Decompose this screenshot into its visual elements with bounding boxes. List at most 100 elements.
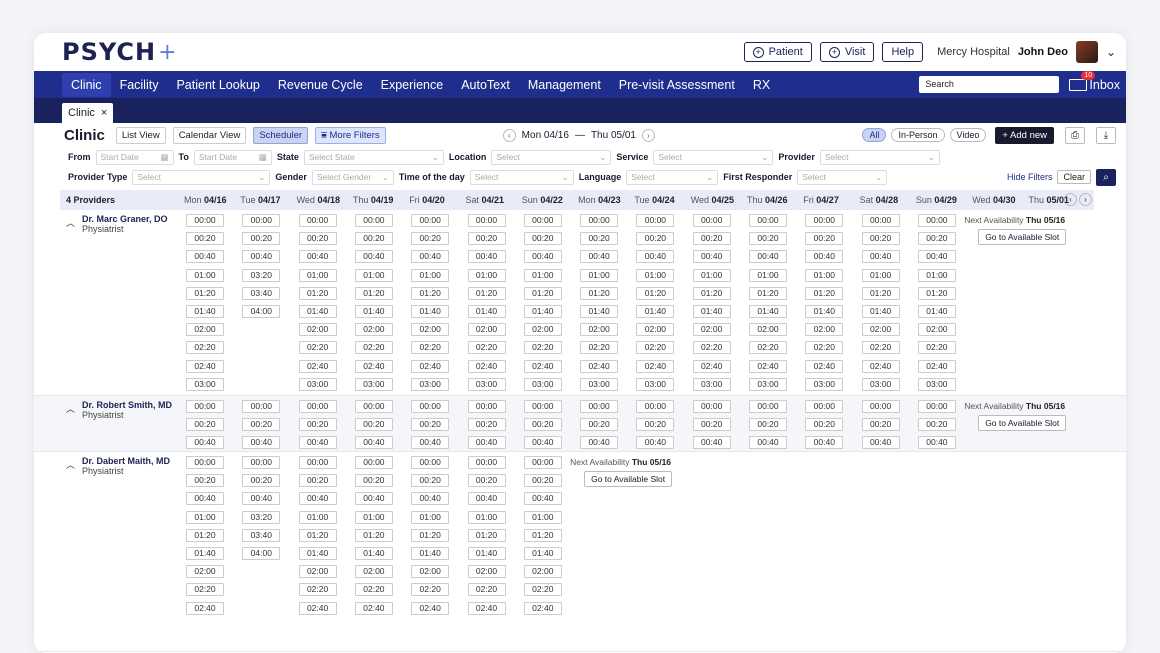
- time-slot[interactable]: 02:40: [861, 359, 900, 373]
- nav-experience[interactable]: Experience: [372, 73, 453, 97]
- time-slot[interactable]: 00:40: [580, 436, 619, 450]
- time-slot[interactable]: 00:40: [467, 492, 506, 506]
- time-of-day-select[interactable]: Select ⌄: [469, 169, 574, 185]
- time-slot[interactable]: 01:40: [298, 547, 337, 560]
- time-slot[interactable]: 00:20: [354, 232, 393, 246]
- time-slot[interactable]: 01:20: [354, 286, 393, 300]
- download-icon[interactable]: ⤓: [1096, 126, 1116, 144]
- time-slot[interactable]: 00:20: [298, 418, 337, 432]
- go-to-available-slot-button[interactable]: Go to Available Slot: [978, 229, 1067, 245]
- time-slot[interactable]: 01:00: [636, 268, 675, 282]
- nav-pre-visit-assessment[interactable]: Pre-visit Assessment: [610, 73, 744, 97]
- time-slot[interactable]: 01:00: [692, 268, 731, 282]
- time-slot[interactable]: 01:40: [354, 305, 393, 318]
- time-slot[interactable]: 02:00: [523, 565, 562, 579]
- time-slot[interactable]: 00:00: [467, 456, 506, 469]
- time-slot[interactable]: 02:00: [354, 565, 393, 579]
- time-slot[interactable]: 02:40: [523, 359, 562, 373]
- time-slot[interactable]: 00:00: [636, 400, 675, 413]
- time-slot[interactable]: 00:20: [411, 232, 450, 246]
- time-slot[interactable]: 02:40: [692, 359, 731, 373]
- time-slot[interactable]: 02:00: [298, 323, 337, 337]
- close-icon[interactable]: ×: [101, 107, 107, 119]
- from-date-field[interactable]: Start Date ▦: [95, 149, 174, 165]
- time-slot[interactable]: 00:20: [861, 232, 900, 246]
- time-slot[interactable]: 01:00: [917, 268, 956, 282]
- time-slot[interactable]: 02:00: [411, 323, 450, 337]
- time-slot[interactable]: 01:20: [636, 286, 675, 300]
- time-slot[interactable]: 00:40: [861, 436, 900, 450]
- language-select[interactable]: Select ⌄: [626, 169, 719, 185]
- state-select[interactable]: Select State ⌄: [303, 149, 444, 165]
- time-slot[interactable]: 00:00: [411, 400, 450, 413]
- time-slot[interactable]: 02:00: [298, 565, 337, 579]
- time-slot[interactable]: 02:00: [186, 565, 224, 579]
- to-date-field[interactable]: Start Date ▦: [193, 149, 272, 165]
- time-slot[interactable]: 02:40: [805, 359, 844, 373]
- time-slot[interactable]: 00:00: [523, 214, 562, 227]
- new-visit-button[interactable]: + Visit: [819, 42, 875, 62]
- time-slot[interactable]: 02:20: [354, 583, 393, 597]
- time-slot[interactable]: 02:40: [298, 359, 337, 373]
- time-slot[interactable]: 00:40: [523, 436, 562, 450]
- time-slot[interactable]: 00:20: [354, 418, 393, 432]
- time-slot[interactable]: 02:40: [186, 359, 224, 373]
- time-slot[interactable]: 00:00: [186, 456, 224, 469]
- time-slot[interactable]: 02:40: [636, 359, 675, 373]
- time-slot[interactable]: 03:00: [636, 377, 675, 391]
- time-slot[interactable]: 02:40: [917, 359, 956, 373]
- time-slot[interactable]: 01:40: [186, 547, 224, 560]
- time-slot[interactable]: 00:20: [354, 474, 393, 488]
- time-slot[interactable]: 02:20: [523, 341, 562, 355]
- time-slot[interactable]: 01:20: [749, 286, 787, 300]
- time-slot[interactable]: 01:40: [636, 305, 675, 318]
- time-slot[interactable]: 00:20: [411, 418, 450, 432]
- time-slot[interactable]: 00:20: [242, 474, 281, 488]
- time-slot[interactable]: 00:40: [354, 436, 393, 450]
- time-slot[interactable]: 02:00: [861, 323, 900, 337]
- time-slot[interactable]: 00:20: [749, 232, 787, 246]
- time-slot[interactable]: 00:20: [636, 418, 675, 432]
- time-slot[interactable]: 00:00: [580, 214, 619, 227]
- first-responder-select[interactable]: Select ⌄: [797, 169, 888, 185]
- time-slot[interactable]: 00:40: [411, 436, 450, 450]
- time-slot[interactable]: 00:20: [749, 418, 787, 432]
- time-slot[interactable]: 01:00: [186, 268, 224, 282]
- filter-video-pill[interactable]: Video: [949, 128, 987, 142]
- help-button[interactable]: Help: [882, 42, 924, 62]
- time-slot[interactable]: 00:20: [186, 474, 224, 488]
- time-slot[interactable]: 01:40: [411, 305, 450, 318]
- provider-type-select[interactable]: Select ⌄: [132, 169, 271, 185]
- time-slot[interactable]: 00:00: [354, 400, 393, 413]
- time-slot[interactable]: 01:40: [298, 305, 337, 318]
- time-slot[interactable]: 00:40: [861, 250, 900, 264]
- time-slot[interactable]: 01:00: [186, 510, 224, 524]
- time-slot[interactable]: 00:40: [298, 436, 337, 450]
- time-slot[interactable]: 01:40: [692, 305, 731, 318]
- time-slot[interactable]: 01:40: [805, 305, 844, 318]
- nav-revenue-cycle[interactable]: Revenue Cycle: [269, 73, 372, 97]
- time-slot[interactable]: 00:20: [242, 232, 281, 246]
- time-slot[interactable]: 02:00: [411, 565, 450, 579]
- time-slot[interactable]: 00:40: [298, 492, 337, 506]
- time-slot[interactable]: 00:40: [242, 250, 281, 264]
- time-slot[interactable]: 00:20: [186, 418, 224, 432]
- print-icon[interactable]: ⎙: [1065, 126, 1085, 144]
- time-slot[interactable]: 00:20: [805, 232, 844, 246]
- inbox-button[interactable]: 10 Inbox: [1069, 70, 1120, 92]
- time-slot[interactable]: 00:40: [186, 436, 224, 450]
- time-slot[interactable]: 01:20: [917, 286, 956, 300]
- time-slot[interactable]: 00:00: [411, 456, 450, 469]
- time-slot[interactable]: 00:20: [467, 232, 506, 246]
- time-slot[interactable]: 01:00: [298, 268, 337, 282]
- next-range-icon[interactable]: ›: [641, 128, 655, 142]
- time-slot[interactable]: 02:20: [580, 341, 619, 355]
- time-slot[interactable]: 00:20: [523, 232, 562, 246]
- time-slot[interactable]: 00:00: [861, 400, 900, 413]
- time-slot[interactable]: 00:40: [805, 436, 844, 450]
- filter-all-pill[interactable]: All: [862, 128, 887, 142]
- search-icon[interactable]: ⌕: [1096, 168, 1116, 186]
- time-slot[interactable]: 01:20: [186, 286, 224, 300]
- time-slot[interactable]: 02:20: [467, 341, 506, 355]
- time-slot[interactable]: 02:40: [186, 601, 224, 615]
